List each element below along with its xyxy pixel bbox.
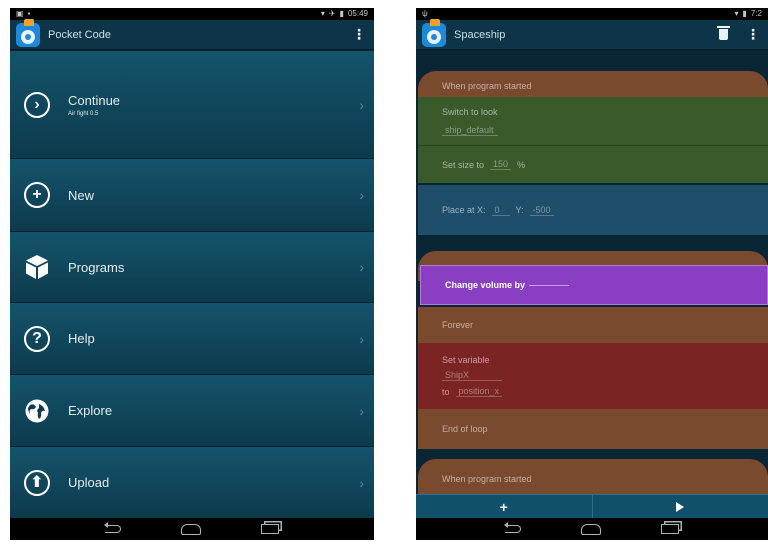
pocket-code-main-menu-screen: ▣ ▪ ▾ ✈ ▮ 05:49 Pocket Code ⋮ › Continue… (10, 8, 374, 540)
x-value-field[interactable]: 0 (491, 205, 510, 216)
main-menu: › Continue Air fight 0.5 › + New › Progr… (10, 51, 374, 519)
home-icon[interactable] (581, 523, 601, 535)
brick-label: Set variable (442, 355, 490, 365)
action-bar: Spaceship ⋮ (416, 18, 768, 50)
brick-when-program-started[interactable]: When program started (418, 459, 768, 494)
menu-item-upload[interactable]: ⬆ Upload › (10, 447, 374, 519)
brick-end-of-loop[interactable]: End of loop (418, 409, 768, 449)
look-dropdown[interactable]: ship_default (442, 125, 498, 136)
y-label: Y: (515, 205, 524, 215)
brick-label: Forever (442, 320, 474, 330)
navigation-bar (416, 518, 768, 540)
status-bar: ψ ▾ ▮ 7:2 (416, 8, 768, 20)
recent-apps-icon[interactable] (261, 524, 279, 534)
brick-label: When program started (442, 474, 532, 484)
menu-item-explore[interactable]: Explore › (10, 375, 374, 447)
play-icon (676, 501, 685, 512)
menu-item-label: Upload (68, 475, 110, 490)
battery-icon: ▮ (742, 9, 747, 18)
plus-circle-icon: + (23, 181, 51, 209)
back-icon[interactable] (104, 522, 121, 533)
brick-set-size[interactable]: Set size to 150 % (418, 145, 768, 183)
variable-value-field[interactable]: position_x (455, 386, 503, 397)
menu-item-new[interactable]: + New › (10, 159, 374, 232)
status-time: 05:49 (347, 9, 368, 18)
status-time: 7:2 (750, 9, 762, 18)
brick-label: Switch to look (442, 106, 498, 117)
chevron-right-icon: › (359, 187, 364, 203)
sprite-title: Spaceship (454, 28, 506, 41)
action-bar: Pocket Code ⋮ (10, 18, 374, 50)
wifi-icon: ▾ (734, 9, 739, 18)
menu-item-label: Explore (68, 403, 113, 418)
menu-item-subtitle: Air fight 0.5 (68, 110, 99, 117)
brick-label: When program started (442, 81, 532, 91)
usb-notification-icon: ψ (422, 9, 428, 18)
chevron-right-icon: › (359, 402, 364, 419)
brick-set-variable[interactable]: Set variable ShipX to position_x (418, 343, 768, 409)
chevron-right-icon: › (359, 259, 364, 275)
upload-icon: ⬆ (23, 469, 51, 497)
trash-icon[interactable] (717, 26, 730, 40)
brick-label: Change volume by (445, 280, 526, 290)
script-area[interactable]: When program started Switch to look ship… (416, 51, 768, 494)
cube-icon (23, 253, 51, 281)
status-bar: ▣ ▪ ▾ ✈ ▮ 05:49 (10, 8, 374, 20)
brick-change-volume[interactable]: Change volume by (420, 265, 768, 305)
chevron-right-icon: › (359, 330, 364, 347)
wifi-icon: ▾ (320, 9, 325, 18)
y-value-field[interactable]: -500 (529, 205, 554, 216)
continue-icon: › (23, 91, 51, 119)
to-label: to (442, 386, 450, 397)
pocket-code-logo-icon[interactable] (422, 18, 446, 47)
globe-icon (23, 397, 51, 425)
menu-item-label: Continue (68, 92, 121, 108)
battery-icon: ▮ (339, 9, 344, 18)
script-editor-screen: ψ ▾ ▮ 7:2 Spaceship ⋮ When program start… (416, 8, 768, 540)
airplane-icon: ✈ (328, 9, 336, 18)
back-icon[interactable] (504, 522, 521, 533)
size-value-field[interactable]: 150 (490, 159, 512, 170)
menu-item-label: Programs (68, 259, 125, 275)
menu-item-programs[interactable]: Programs › (10, 232, 374, 303)
chevron-right-icon: › (359, 96, 364, 113)
brick-label: Set size to (442, 159, 485, 170)
brick-forever[interactable]: Forever (418, 307, 768, 343)
menu-item-label: New (68, 187, 95, 203)
volume-value-field[interactable] (529, 284, 570, 286)
add-brick-button[interactable]: + (416, 495, 593, 518)
overflow-menu-button[interactable]: ⋮ (744, 26, 762, 43)
chevron-right-icon: › (359, 474, 364, 491)
home-icon[interactable] (181, 523, 201, 535)
menu-item-help[interactable]: ? Help › (10, 303, 374, 375)
brick-label: Place at X: (442, 205, 486, 215)
brick-switch-to-look[interactable]: Switch to look ship_default (418, 97, 768, 145)
variable-dropdown[interactable]: ShipX (442, 370, 503, 381)
brick-label: End of loop (442, 424, 488, 434)
overflow-menu-button[interactable]: ⋮ (350, 26, 368, 43)
menu-item-continue[interactable]: › Continue Air fight 0.5 › (10, 51, 374, 159)
menu-item-label: Help (68, 331, 95, 346)
app-title: Pocket Code (48, 28, 111, 41)
navigation-bar (10, 518, 374, 540)
gallery-notification-icon: ▣ (16, 9, 24, 18)
brick-place-at[interactable]: Place at X: 0 Y: -500 (418, 185, 768, 235)
help-icon: ? (23, 325, 51, 353)
play-button[interactable] (593, 495, 768, 518)
pocket-code-logo-icon[interactable] (16, 18, 40, 47)
size-unit: % (517, 159, 526, 170)
bottom-bar: + (416, 494, 768, 518)
recent-apps-icon[interactable] (661, 524, 679, 534)
